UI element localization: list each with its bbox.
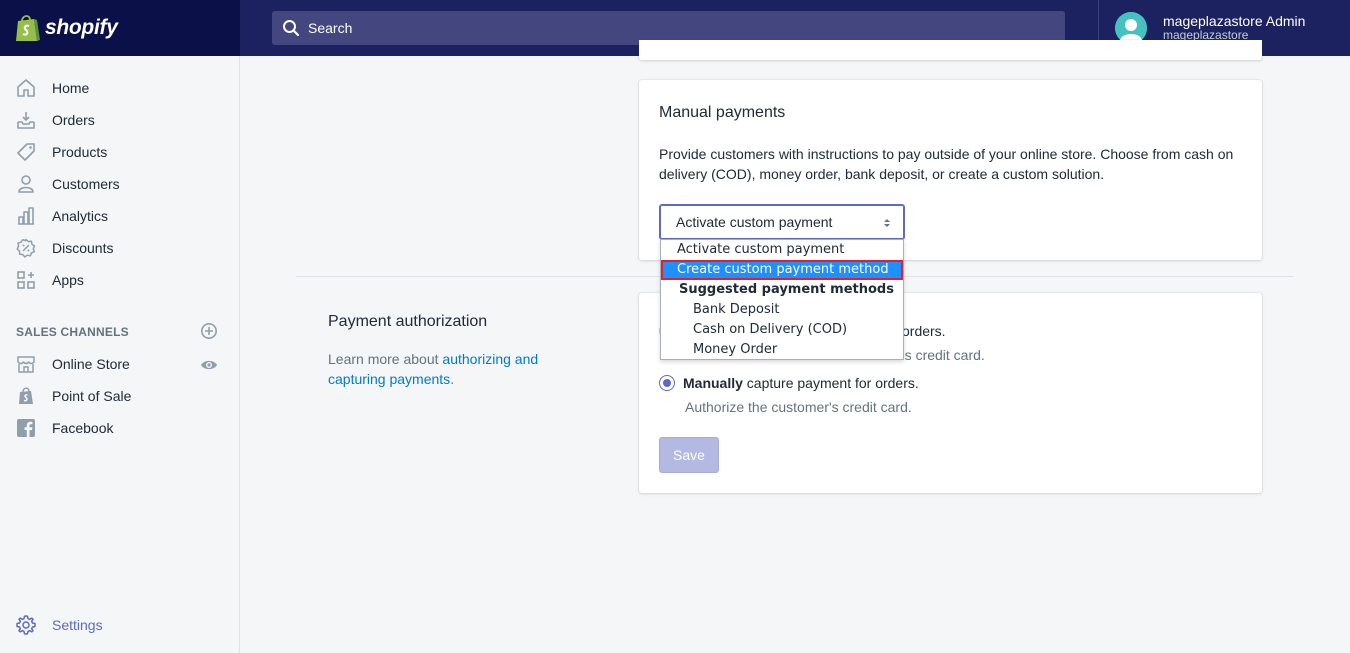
option-money-order[interactable]: Money Order: [661, 340, 903, 360]
search-input[interactable]: Search: [308, 20, 352, 36]
sidebar-item-apps[interactable]: Apps: [0, 264, 239, 296]
sidebar-item-label: Analytics: [52, 208, 109, 224]
learn-more-suffix: .: [450, 371, 455, 387]
facebook-icon: [17, 419, 35, 437]
sidebar-item-label: Home: [52, 80, 90, 96]
manual-capture-rest: capture payment for orders.: [742, 375, 919, 391]
sidebar-item-label: Point of Sale: [52, 388, 132, 404]
auto-capture-help: 's credit card.: [902, 347, 985, 363]
manual-capture-bold: Manually: [683, 375, 743, 391]
home-icon: [17, 79, 35, 97]
select-arrows-icon: [884, 219, 890, 227]
option-cash-on-delivery[interactable]: Cash on Delivery (COD): [661, 320, 903, 340]
discount-icon: [16, 238, 36, 258]
apps-icon: [17, 271, 35, 289]
payment-authorization-title: Payment authorization: [328, 313, 488, 330]
auto-capture-label: orders.: [902, 323, 946, 339]
sidebar-item-facebook[interactable]: Facebook: [0, 412, 239, 444]
add-channel-icon[interactable]: [200, 322, 218, 340]
sidebar-item-discounts[interactable]: Discounts: [0, 232, 239, 264]
bar-chart-icon: [18, 207, 34, 225]
sidebar-item-products[interactable]: Products: [0, 136, 239, 168]
payment-authorization-help: Learn more about authorizing and capturin…: [328, 349, 568, 389]
sidebar-item-label: Customers: [52, 176, 120, 192]
user-name: mageplazastore Admin: [1163, 13, 1306, 30]
sidebar-item-label: Apps: [52, 272, 84, 288]
pos-icon: [19, 387, 33, 404]
manual-payments-title: Manual payments: [659, 104, 786, 121]
sidebar-item-analytics[interactable]: Analytics: [0, 200, 239, 232]
shopify-bag-icon: [16, 15, 40, 41]
sidebar-item-customers[interactable]: Customers: [0, 168, 239, 200]
sidebar-item-home[interactable]: Home: [0, 72, 239, 104]
custom-payment-select[interactable]: Activate custom payment: [659, 204, 905, 240]
sidebar-item-orders[interactable]: Orders: [0, 104, 239, 136]
sales-channels-heading: SALES CHANNELS: [16, 325, 129, 339]
tag-icon: [17, 143, 35, 161]
manual-capture-label[interactable]: Manually capture payment for orders.: [683, 375, 919, 391]
option-bank-deposit[interactable]: Bank Deposit: [661, 300, 903, 320]
authorizing-link[interactable]: authorizing and: [442, 351, 538, 367]
gear-icon: [16, 615, 36, 635]
eye-icon[interactable]: [200, 356, 218, 374]
person-icon: [18, 175, 34, 193]
custom-payment-select-value: Activate custom payment: [676, 214, 833, 230]
sidebar-item-label: Settings: [52, 617, 103, 633]
previous-card: [639, 40, 1262, 60]
manual-capture-radio[interactable]: [659, 375, 675, 391]
custom-payment-dropdown: Activate custom payment Create custom pa…: [660, 239, 904, 360]
sidebar-item-label: Facebook: [52, 420, 114, 436]
brand-name: shopify: [45, 16, 118, 39]
learn-more-prefix: Learn more about: [328, 351, 443, 367]
search-icon: [283, 20, 300, 37]
manual-payments-description: Provide customers with instructions to p…: [659, 146, 1234, 182]
sidebar-item-label: Online Store: [52, 356, 130, 372]
option-create-custom-payment-method[interactable]: Create custom payment method: [661, 260, 903, 280]
sidebar-item-point-of-sale[interactable]: Point of Sale: [0, 380, 239, 412]
save-button[interactable]: Save: [659, 437, 719, 473]
manual-payments-card: Manual payments Provide customers with i…: [639, 80, 1262, 260]
sidebar-item-label: Products: [52, 144, 108, 160]
brand[interactable]: shopify: [0, 0, 240, 56]
store-icon: [17, 356, 35, 373]
orders-icon: [17, 112, 35, 129]
option-activate-custom-payment[interactable]: Activate custom payment: [661, 240, 903, 260]
sidebar-item-settings[interactable]: Settings: [0, 609, 239, 641]
sidebar: Home Orders Products Customers Analytics…: [0, 56, 240, 653]
sidebar-item-label: Orders: [52, 112, 95, 128]
option-group-suggested: Suggested payment methods: [679, 282, 894, 297]
capturing-payments-link[interactable]: capturing payments: [328, 371, 450, 387]
sidebar-item-label: Discounts: [52, 240, 114, 256]
manual-capture-help: Authorize the customer's credit card.: [685, 399, 912, 415]
